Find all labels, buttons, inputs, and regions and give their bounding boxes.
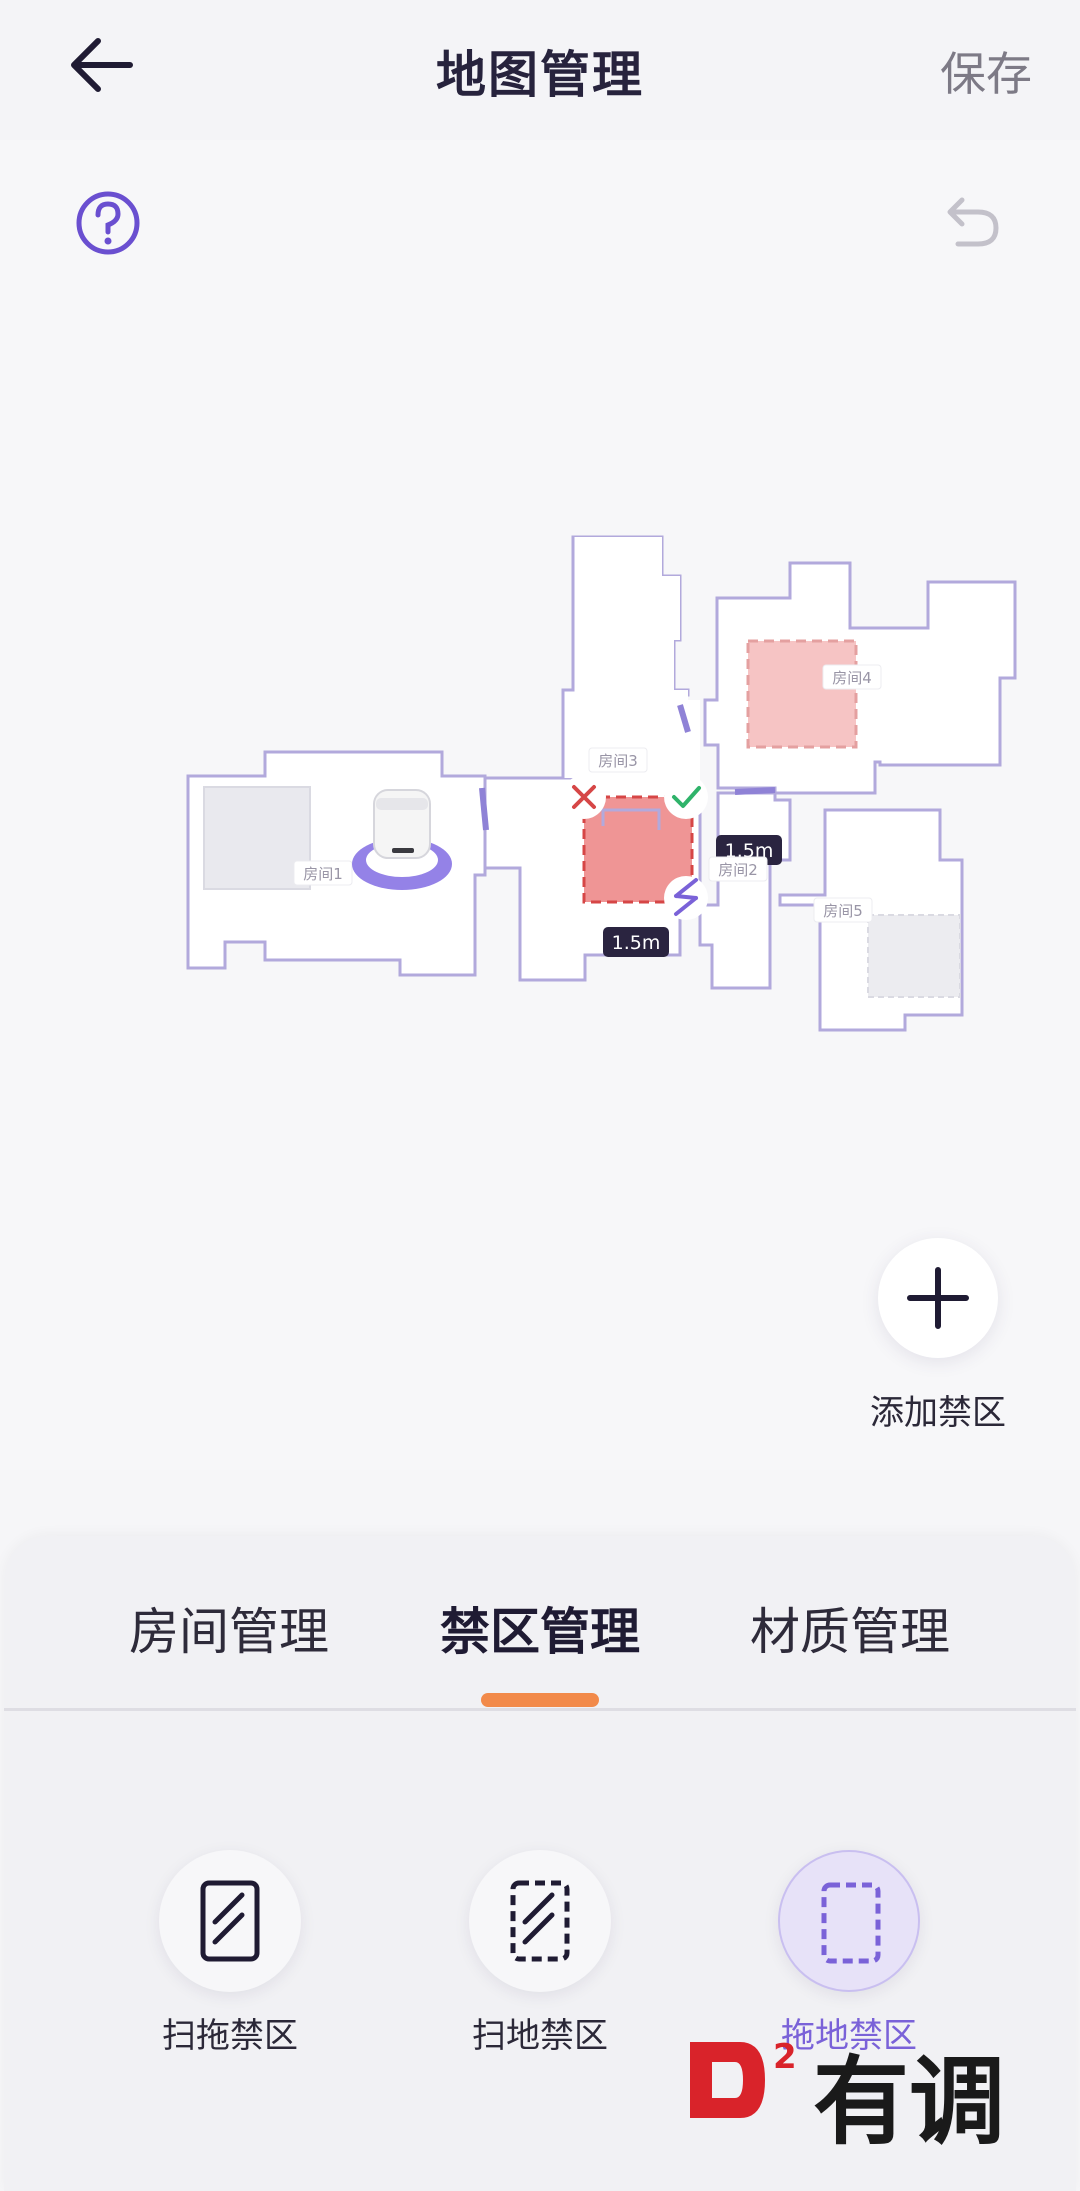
sweep-mop-zone-button[interactable] — [159, 1850, 301, 1992]
dashed-hatched-rect-icon — [510, 1880, 570, 1962]
undo-icon — [947, 197, 999, 247]
solid-hatched-rect-icon — [200, 1880, 260, 1962]
sweep-zone-button[interactable] — [469, 1850, 611, 1992]
question-circle-icon — [76, 191, 140, 255]
room-3-label: 房间3 — [588, 747, 648, 773]
plus-icon — [907, 1267, 969, 1329]
room-2-outline[interactable] — [698, 791, 792, 990]
mop-zone-button[interactable] — [778, 1850, 920, 1992]
svg-text:房间3: 房间3 — [598, 752, 638, 770]
tab-divider — [4, 1708, 1076, 1711]
svg-text:房间4: 房间4 — [832, 669, 872, 687]
sweep-zone-label: 扫地禁区 — [472, 2016, 608, 2056]
tab-room-management[interactable]: 房间管理 — [69, 1592, 389, 1664]
top-bar: 地图管理 保存 — [0, 0, 1080, 140]
save-button[interactable]: 保存 — [940, 38, 1032, 104]
svg-text:房间2: 房间2 — [718, 861, 758, 879]
d2-logo-icon: 2 — [690, 2037, 797, 2118]
watermark-text: 有调 — [813, 2046, 1005, 2158]
watermark-logo: 2 有调 — [685, 2030, 1025, 2158]
add-zone-label: 添加禁区 — [870, 1393, 1006, 1433]
room-2-label: 房间2 — [708, 856, 768, 882]
page-title: 地图管理 — [436, 46, 644, 104]
zone-width-badge: 1.5m — [603, 927, 669, 957]
active-tab-indicator — [481, 1693, 599, 1707]
svg-text:2: 2 — [773, 2037, 797, 2077]
svg-text:房间5: 房间5 — [823, 902, 863, 920]
floor-plan[interactable]: 1.5m 1.5m 房间1 房间3 房间4 房间2 房间5 — [0, 500, 1080, 1060]
zone-width-value: 1.5m — [612, 932, 661, 954]
existing-zone-room-4[interactable] — [746, 639, 858, 749]
room-1-label: 房间1 — [293, 860, 353, 886]
room-5-label: 房间5 — [813, 897, 873, 923]
tab-zone-management[interactable]: 禁区管理 — [380, 1592, 700, 1664]
resize-zone-icon[interactable] — [664, 876, 708, 920]
confirm-zone-icon[interactable] — [664, 775, 708, 819]
room-4-label: 房间4 — [822, 664, 882, 690]
delete-zone-icon[interactable] — [562, 775, 606, 819]
dashed-rect-icon — [821, 1882, 881, 1964]
undo-button[interactable] — [938, 190, 1004, 256]
tab-material-management[interactable]: 材质管理 — [690, 1592, 1010, 1664]
help-button[interactable] — [75, 190, 141, 256]
sweep-mop-zone-label: 扫拖禁区 — [162, 2016, 298, 2056]
add-zone-button[interactable] — [878, 1238, 998, 1358]
existing-zone-room-5[interactable] — [867, 914, 961, 998]
svg-text:房间1: 房间1 — [303, 865, 343, 883]
